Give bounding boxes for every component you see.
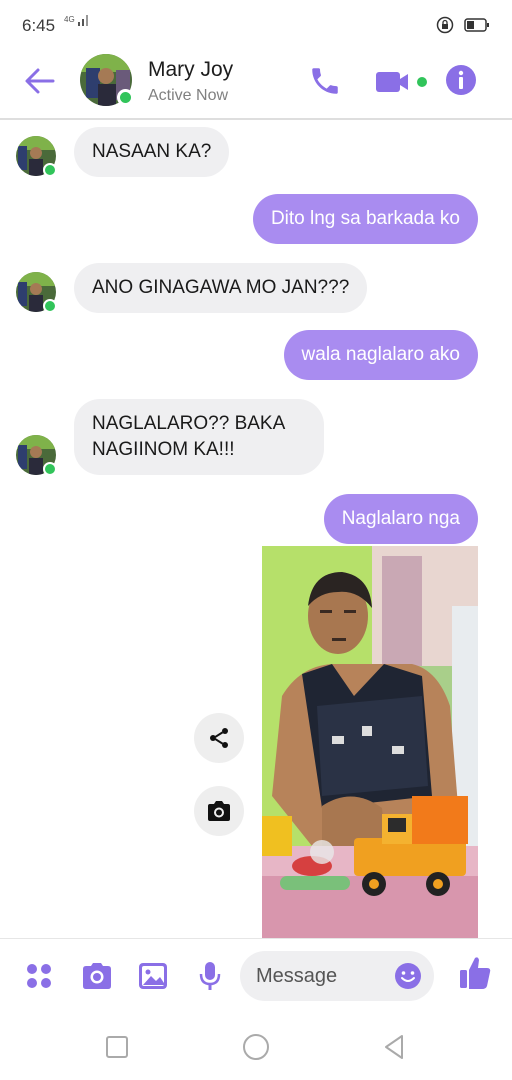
mic-icon[interactable]: [193, 959, 227, 993]
status-time: 6:45: [22, 16, 56, 35]
info-icon[interactable]: [445, 64, 477, 96]
thumbs-up-icon[interactable]: [458, 955, 492, 991]
active-indicator: [43, 163, 57, 177]
apps-icon[interactable]: [22, 959, 56, 993]
outgoing-message[interactable]: wala naglalaro ako: [283, 330, 478, 380]
contact-status: Active Now: [148, 87, 229, 104]
video-icon[interactable]: [374, 68, 430, 96]
signal-icon: [77, 15, 88, 26]
emoji-icon[interactable]: [394, 962, 422, 990]
status-bar: 6:45 4G: [0, 0, 512, 52]
incoming-message[interactable]: NAGLALARO?? BAKA NAGIINOM KA!!!: [74, 399, 324, 475]
photo-attachment[interactable]: [262, 546, 478, 938]
outgoing-message[interactable]: Naglalaro nga: [323, 494, 478, 544]
incoming-message[interactable]: ANO GINAGAWA MO JAN???: [74, 263, 368, 313]
home-icon[interactable]: [241, 1032, 271, 1062]
contact-name[interactable]: Mary Joy: [148, 58, 233, 82]
back-arrow-icon[interactable]: [22, 66, 56, 96]
system-nav-bar: [0, 1014, 512, 1080]
lock-rotation-icon: [436, 16, 454, 34]
camera-icon: [208, 801, 230, 821]
active-indicator: [117, 89, 134, 106]
back-nav-icon[interactable]: [380, 1032, 410, 1062]
incoming-message[interactable]: NASAAN KA?: [74, 127, 230, 177]
share-button[interactable]: [194, 713, 244, 763]
battery-icon: [464, 18, 489, 32]
outgoing-message[interactable]: Dito lng sa barkada ko: [252, 194, 478, 244]
active-indicator: [43, 462, 57, 476]
chat-header: Mary Joy Active Now: [0, 52, 512, 120]
network-type: 4G: [64, 15, 75, 24]
gallery-icon[interactable]: [136, 959, 170, 993]
phone-icon[interactable]: [308, 64, 342, 98]
network-indicator: 4G: [64, 14, 91, 26]
active-indicator: [43, 299, 57, 313]
message-composer: [0, 938, 512, 1014]
recent-apps-icon[interactable]: [102, 1032, 132, 1062]
camera-icon[interactable]: [80, 959, 114, 993]
share-icon: [210, 728, 228, 748]
status-right: [436, 16, 490, 34]
save-photo-button[interactable]: [194, 786, 244, 836]
